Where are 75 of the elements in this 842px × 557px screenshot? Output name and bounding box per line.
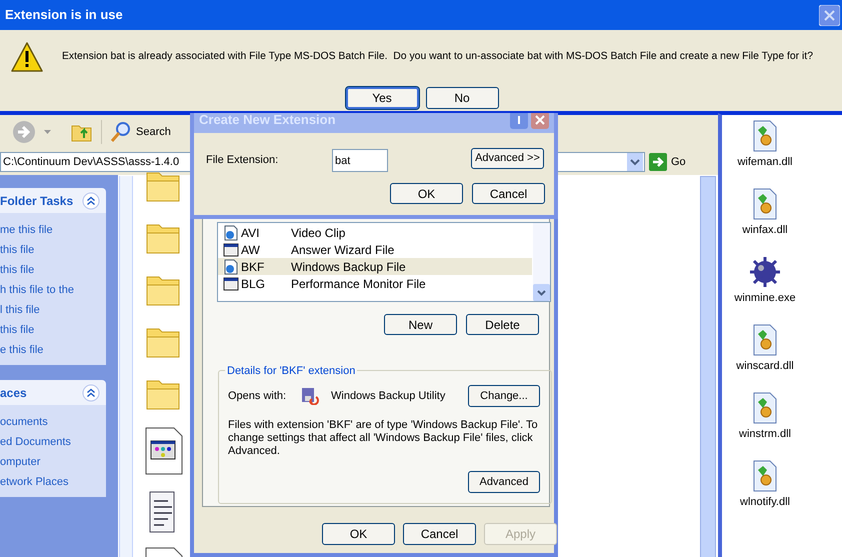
go-button[interactable]: Go [649,153,686,171]
advanced-button[interactable]: Advanced >> [471,148,544,169]
list-row[interactable]: BKF Windows Backup File [218,258,532,275]
dialog-button[interactable]: Cancel [472,183,545,204]
file-type-text: Video Clip [291,224,346,242]
task-link[interactable]: h this file to the [0,283,106,297]
file-type-icon [223,276,239,292]
pane-title: aces [0,384,27,402]
file-name[interactable]: winscard.dll [736,360,794,373]
collapse-icon[interactable] [82,192,100,210]
field-label: File Extension: [206,153,280,168]
dialog-button[interactable]: OK [390,183,463,204]
dropdown-icon[interactable] [627,153,643,171]
mine-icon[interactable] [748,256,781,288]
pane-header[interactable]: Folder Tasks [0,188,106,213]
task-link[interactable]: this file [0,263,106,277]
task-link[interactable]: etwork Places [0,475,106,489]
scrollbar[interactable] [533,223,550,301]
dialog-button[interactable]: Cancel [403,523,476,545]
alert-title: Extension is in use [5,6,123,24]
pane-title: Folder Tasks [0,192,74,210]
extension-text: BLG [241,276,266,292]
gear-file-icon[interactable] [753,324,777,356]
file-type-icon [223,224,239,240]
task-link[interactable]: ocuments [0,415,106,429]
file-type-text: Performance Monitor File [291,276,426,292]
file-name[interactable]: wifeman.dll [737,156,793,169]
task-link[interactable]: omputer [0,455,106,469]
opens-with-label: Opens with: [228,388,288,404]
list-button[interactable]: New [384,314,457,335]
file-name[interactable]: winstrm.dll [739,428,791,441]
scrollbar[interactable] [119,176,133,557]
list-button[interactable]: Delete [466,314,539,335]
alert-button[interactable]: Yes [346,87,418,109]
extension-text: AVI [241,224,260,242]
caret-icon[interactable] [44,130,51,134]
task-link[interactable]: me this file [0,223,106,237]
file-type-icon [223,258,239,274]
file-type-icon [223,242,239,258]
gear-file-icon[interactable] [753,460,777,492]
extension-text: BKF [241,258,266,276]
extension-text: AW [241,242,261,258]
file-types-list[interactable]: AVI Video Clip AW Answer Wizard File BKF Windows Backup File BLG Performance Monitor File [217,222,551,302]
file-name[interactable]: winfax.dll [742,224,788,237]
extension-field[interactable]: bat [332,149,388,172]
task-link[interactable]: this file [0,243,106,257]
alert-button[interactable]: No [426,87,498,109]
floppy-disk-icon [301,387,319,405]
gear-file-icon[interactable] [753,188,777,220]
program-file-icon[interactable] [145,427,183,475]
dialog-button[interactable]: OK [322,523,395,545]
dialog-title: Create New Extension [199,111,336,130]
search-button[interactable]: Search [110,121,171,143]
warning-icon [11,41,43,73]
search-icon [110,121,132,143]
alert-message: Extension bat is already associated with File Type MS-DOS Batch File. Do you want to un-associate bat with MS-DOS Batch File and create a new File Type for it? [62,50,813,64]
task-link[interactable]: ed Documents [0,435,106,449]
collapse-icon[interactable] [82,384,100,402]
advanced-button[interactable]: Advanced [468,471,540,493]
pane-header[interactable]: aces [0,380,106,405]
document-icon[interactable] [145,547,183,557]
gear-file-icon[interactable] [753,120,777,152]
file-type-text: Windows Backup File [291,258,406,276]
gear-file-icon[interactable] [752,392,777,424]
file-name[interactable]: wlnotify.dll [740,496,790,509]
description-text: Files with extension 'BKF' are of type 'Windows Backup File'. To change settings that affect all 'Windows Backup File' files, click Advanced. [228,419,539,458]
task-link[interactable]: this file [0,323,106,337]
close-icon[interactable] [819,4,840,26]
task-link[interactable]: e this file [0,343,106,357]
task-link[interactable]: l this file [0,303,106,317]
file-type-text: Answer Wizard File [291,242,394,258]
scrollbar[interactable] [700,176,716,557]
change-button[interactable]: Change... [468,385,540,407]
file-name[interactable]: winmine.exe [734,292,796,305]
program-name: Windows Backup Utility [331,388,446,404]
